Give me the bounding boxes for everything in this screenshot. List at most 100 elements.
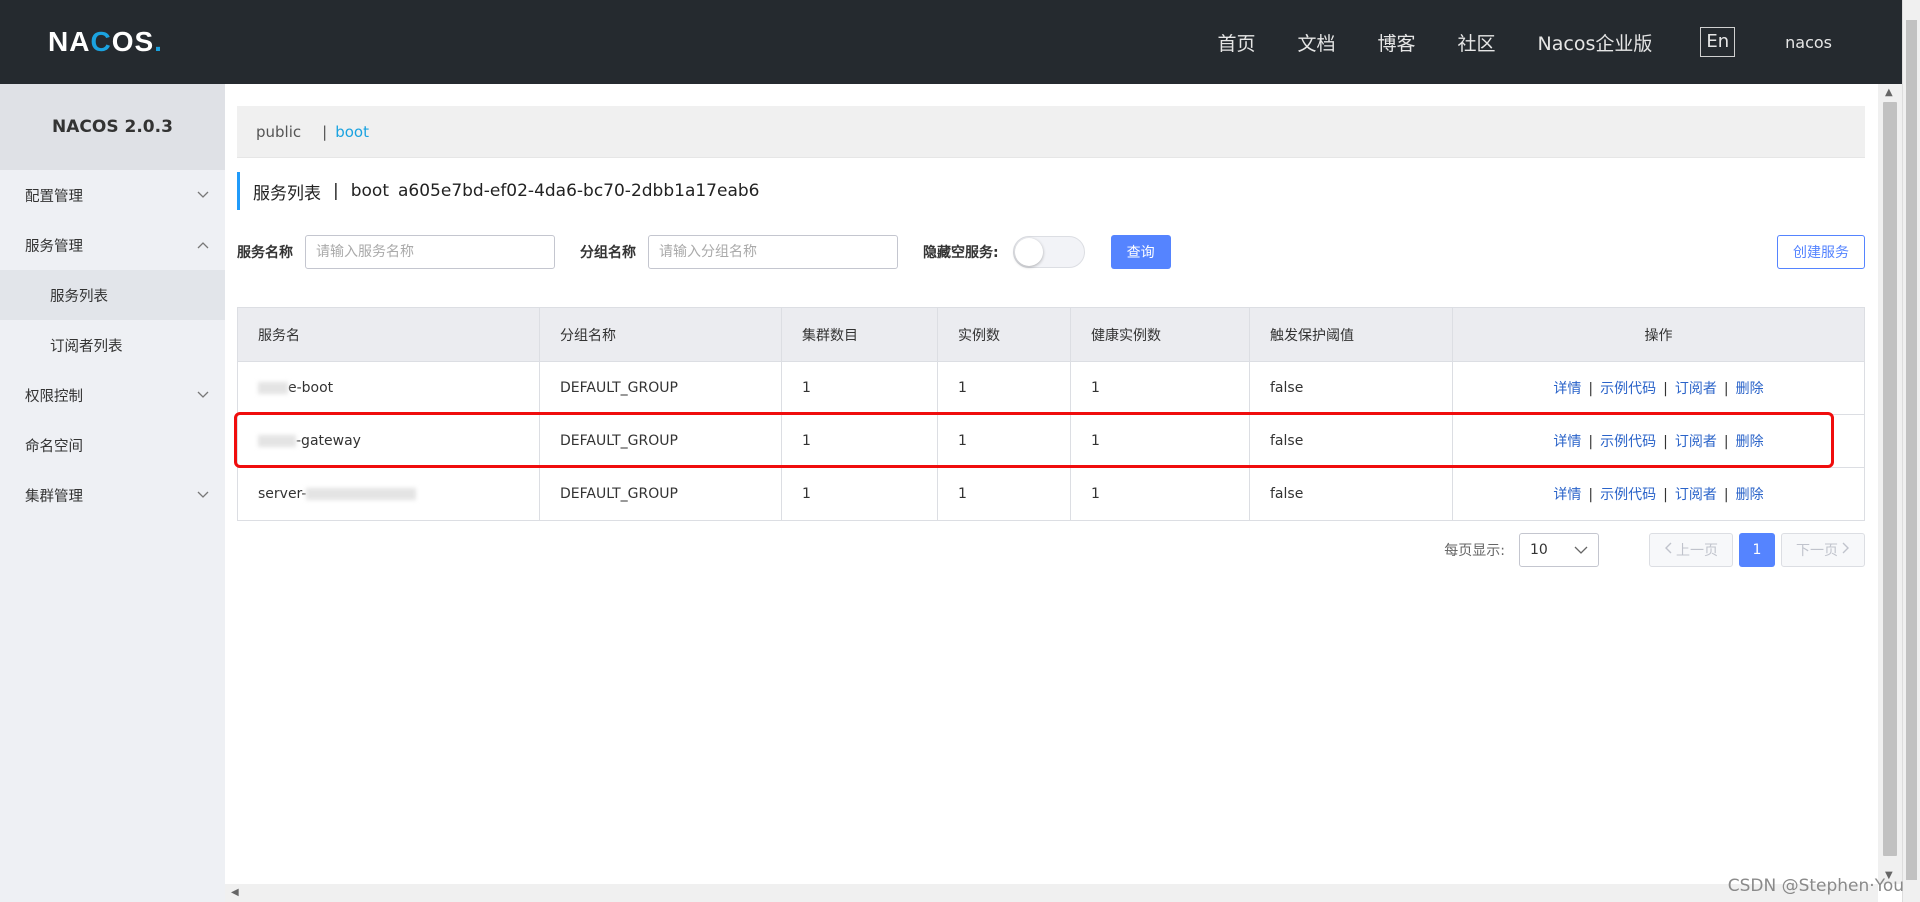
service-name-text: e-boot (288, 380, 334, 396)
sidebar-item-namespace[interactable]: 命名空间 (0, 420, 225, 470)
language-switch-button[interactable]: En (1700, 27, 1736, 57)
create-service-button[interactable]: 创建服务 (1777, 235, 1865, 269)
subscribers-link[interactable]: 订阅者 (1675, 487, 1717, 503)
op-separator: | (1588, 381, 1594, 397)
namespace-public[interactable]: public (256, 123, 301, 141)
next-page-label: 下一页 (1796, 543, 1838, 559)
delete-link[interactable]: 删除 (1736, 487, 1764, 503)
hide-empty-label: 隐藏空服务: (923, 245, 999, 261)
logo-text: NA (48, 26, 91, 57)
service-table: 服务名 分组名称 集群数目 实例数 健康实例数 触发保护阈值 操作 e-boot… (237, 307, 1865, 521)
main-vertical-scrollbar[interactable]: ▲ ▼ (1878, 84, 1902, 884)
page-title-separator: | (333, 181, 339, 201)
op-separator: | (1663, 487, 1668, 503)
table-header-row: 服务名 分组名称 集群数目 实例数 健康实例数 触发保护阈值 操作 (237, 307, 1865, 362)
scrollbar-thumb[interactable] (1906, 20, 1917, 880)
chevron-down-icon (196, 488, 210, 502)
sidebar-item-cluster[interactable]: 集群管理 (0, 470, 225, 520)
cell-service-name: e-boot (237, 361, 540, 415)
scroll-up-arrow-icon[interactable]: ▲ (1885, 87, 1893, 98)
cell-healthy: 1 (1070, 414, 1250, 468)
nacos-logo[interactable]: NA C OS. (48, 24, 163, 60)
col-protect-threshold: 触发保护阈值 (1249, 307, 1453, 362)
service-name-input[interactable] (305, 235, 555, 269)
chevron-left-icon (1664, 542, 1672, 558)
cell-instances: 1 (937, 414, 1071, 468)
group-name-input[interactable] (648, 235, 898, 269)
page-title: 服务列表 | boot a605e7bd-ef02-4da6-bc70-2dbb… (237, 172, 759, 210)
cell-group: DEFAULT_GROUP (539, 361, 782, 415)
sidebar-item-label: 命名空间 (25, 438, 83, 455)
sidebar-item-service-list[interactable]: 服务列表 (0, 270, 225, 320)
top-nav: 首页 文档 博客 社区 Nacos企业版 En nacos (1175, 0, 1832, 84)
detail-link[interactable]: 详情 (1553, 381, 1581, 397)
detail-link[interactable]: 详情 (1553, 487, 1581, 503)
sidebar-item-service[interactable]: 服务管理 (0, 220, 225, 270)
table-row: server- DEFAULT_GROUP 1 1 1 false 详情 | 示例代… (237, 467, 1865, 521)
scrollbar-thumb[interactable] (1883, 102, 1897, 856)
cell-service-name: server- (237, 467, 540, 521)
cell-operations: 详情 | 示例代码 | 订阅者 | 删除 (1452, 414, 1865, 468)
cell-protect: false (1249, 361, 1453, 415)
service-name-text: -gateway (296, 433, 361, 449)
page-size-select[interactable]: 10 (1519, 533, 1599, 567)
sidebar-item-label: 集群管理 (25, 488, 83, 505)
query-button[interactable]: 查询 (1110, 235, 1171, 269)
scroll-left-arrow-icon[interactable]: ◀ (231, 887, 239, 898)
subscribers-link[interactable]: 订阅者 (1675, 381, 1717, 397)
prev-page-button[interactable]: 上一页 (1649, 533, 1733, 567)
col-cluster-count: 集群数目 (781, 307, 938, 362)
hide-empty-toggle[interactable] (1012, 236, 1085, 268)
logo-text-accent: C (90, 26, 112, 57)
window-vertical-scrollbar[interactable] (1902, 0, 1920, 902)
sidebar-item-label: 权限控制 (25, 388, 83, 405)
chevron-down-icon (196, 388, 210, 402)
page-title-namespace-id: a605e7bd-ef02-4da6-bc70-2dbb1a17eab6 (398, 181, 760, 201)
sample-code-link[interactable]: 示例代码 (1600, 381, 1656, 397)
col-operations: 操作 (1452, 307, 1865, 362)
cell-healthy: 1 (1070, 467, 1250, 521)
op-separator: | (1723, 487, 1729, 503)
delete-link[interactable]: 删除 (1736, 434, 1764, 450)
op-separator: | (1588, 487, 1594, 503)
user-menu[interactable]: nacos (1785, 33, 1832, 52)
cell-protect: false (1249, 414, 1453, 468)
sidebar-item-subscriber-list[interactable]: 订阅者列表 (0, 320, 225, 370)
namespace-boot[interactable]: boot (335, 123, 369, 141)
cell-clusters: 1 (781, 414, 938, 468)
nav-home[interactable]: 首页 (1217, 29, 1255, 56)
sample-code-link[interactable]: 示例代码 (1600, 434, 1656, 450)
cell-healthy: 1 (1070, 361, 1250, 415)
cell-instances: 1 (937, 467, 1071, 521)
service-name-label: 服务名称 (237, 245, 293, 261)
subscribers-link[interactable]: 订阅者 (1675, 434, 1717, 450)
nav-community[interactable]: 社区 (1458, 29, 1496, 56)
next-page-button[interactable]: 下一页 (1781, 533, 1865, 567)
detail-link[interactable]: 详情 (1553, 434, 1581, 450)
sample-code-link[interactable]: 示例代码 (1600, 487, 1656, 503)
op-separator: | (1588, 434, 1594, 450)
nav-enterprise[interactable]: Nacos企业版 (1538, 29, 1653, 56)
page-number-current[interactable]: 1 (1739, 533, 1775, 567)
namespace-bar: public | boot (237, 106, 1865, 158)
cell-group: DEFAULT_GROUP (539, 414, 782, 468)
op-separator: | (1663, 434, 1668, 450)
chevron-down-icon (1574, 542, 1588, 558)
delete-link[interactable]: 删除 (1736, 381, 1764, 397)
sidebar-item-config[interactable]: 配置管理 (0, 170, 225, 220)
main-content: public | boot 服务列表 | boot a605e7bd-ef02-… (225, 84, 1878, 884)
csdn-watermark: CSDN @Stephen·You (1727, 876, 1904, 896)
logo-dot: . (154, 26, 163, 57)
op-separator: | (1663, 381, 1668, 397)
table-row: e-boot DEFAULT_GROUP 1 1 1 false 详情 | 示例代码… (237, 361, 1865, 415)
main-horizontal-scrollbar[interactable]: ◀ (225, 884, 1878, 902)
nav-docs[interactable]: 文档 (1297, 29, 1335, 56)
pagination: 每页显示: 10 上一页 1 下一页 (1444, 532, 1865, 568)
col-instance-count: 实例数 (937, 307, 1071, 362)
cell-service-name: -gateway (237, 414, 540, 468)
page-size-value: 10 (1530, 542, 1548, 558)
sidebar-item-auth[interactable]: 权限控制 (0, 370, 225, 420)
sidebar: NACOS 2.0.3 配置管理 服务管理 服务列表 订阅者列表 权限控制 命名… (0, 84, 225, 902)
page-title-namespace: boot (350, 181, 389, 201)
nav-blog[interactable]: 博客 (1377, 29, 1415, 56)
